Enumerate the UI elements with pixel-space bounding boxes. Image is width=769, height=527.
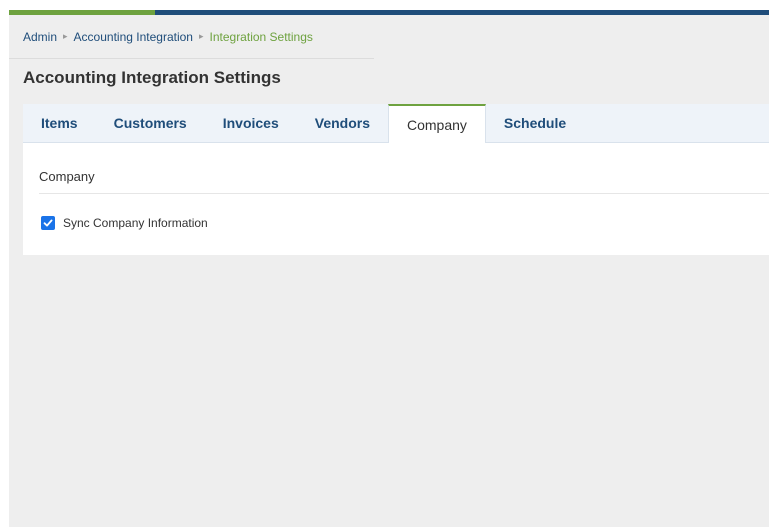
tab-company[interactable]: Company: [388, 104, 486, 143]
breadcrumb-admin[interactable]: Admin: [23, 30, 57, 44]
section-title: Company: [39, 169, 95, 184]
tab-vendors[interactable]: Vendors: [297, 104, 388, 142]
breadcrumb: Admin ▸ Accounting Integration ▸ Integra…: [9, 15, 374, 59]
tab-invoices[interactable]: Invoices: [205, 104, 297, 142]
breadcrumb-accounting-integration[interactable]: Accounting Integration: [74, 30, 193, 44]
tab-items[interactable]: Items: [23, 104, 96, 142]
sync-company-checkbox[interactable]: [41, 216, 55, 230]
breadcrumb-separator-icon: ▸: [63, 31, 68, 41]
checkmark-icon: [43, 219, 53, 227]
section-divider: [39, 193, 769, 194]
tab-bar: Items Customers Invoices Vendors Company…: [23, 104, 769, 143]
top-accent-bar: [9, 0, 769, 15]
tab-schedule[interactable]: Schedule: [486, 104, 584, 142]
breadcrumb-integration-settings: Integration Settings: [209, 29, 313, 44]
company-panel: Company Sync Company Information: [23, 143, 769, 255]
tab-customers[interactable]: Customers: [96, 104, 205, 142]
breadcrumb-separator-icon: ▸: [198, 31, 204, 41]
sync-company-row[interactable]: Sync Company Information: [41, 216, 208, 230]
page-background: Admin ▸ Accounting Integration ▸ Integra…: [9, 0, 769, 527]
page-title: Accounting Integration Settings: [23, 68, 281, 87]
sync-company-label[interactable]: Sync Company Information: [63, 216, 208, 230]
